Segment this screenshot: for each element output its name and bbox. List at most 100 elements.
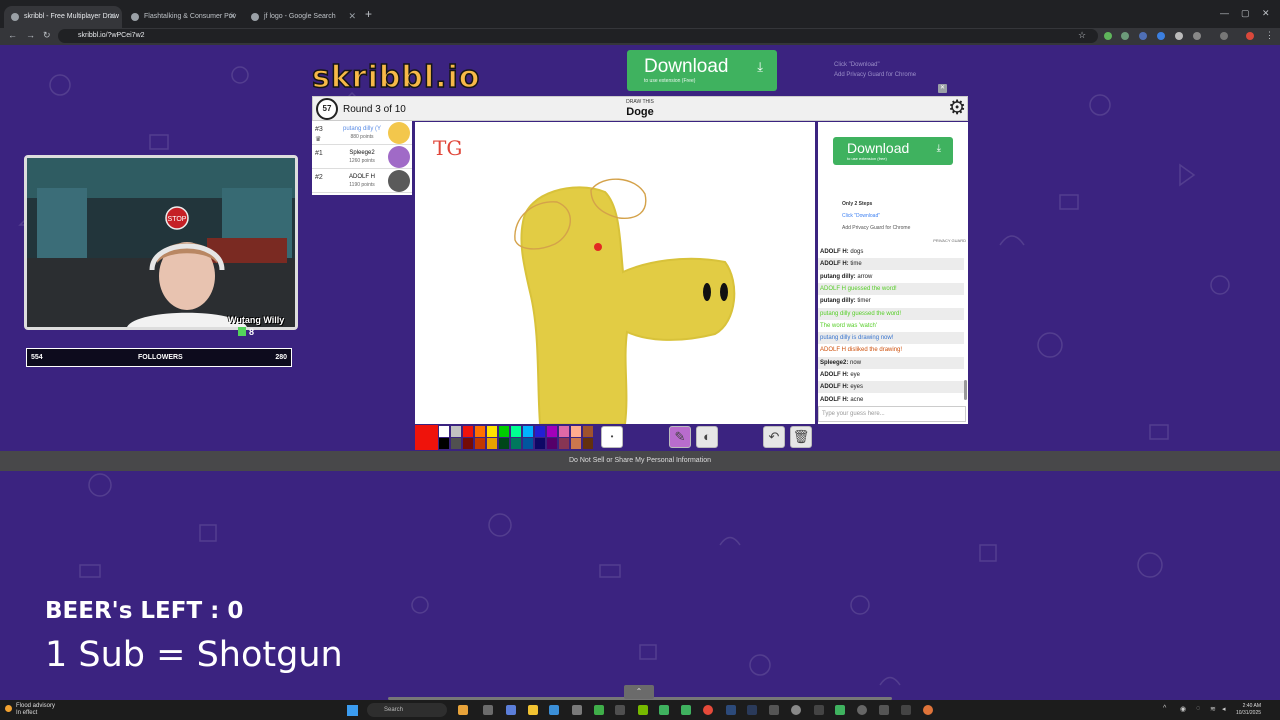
taskbar-app-icon[interactable] xyxy=(506,705,516,715)
color-swatch[interactable] xyxy=(583,426,593,437)
color-swatch[interactable] xyxy=(535,438,545,449)
taskbar-search[interactable]: Search xyxy=(367,703,447,717)
color-swatch[interactable] xyxy=(571,426,581,437)
taskbar-app-icon[interactable] xyxy=(879,705,889,715)
chat-scrollbar[interactable] xyxy=(964,380,967,400)
settings-gear-icon[interactable]: ⚙ xyxy=(948,97,966,119)
menu-dots-icon[interactable]: ⋮ xyxy=(1265,30,1274,41)
color-swatch[interactable] xyxy=(523,438,533,449)
color-swatch[interactable] xyxy=(475,426,485,437)
tray-chevron-icon[interactable]: ^ xyxy=(1163,705,1166,712)
tray-app-icon[interactable]: ◌ xyxy=(1196,705,1200,712)
tab-google[interactable]: jf logo - Google Search ✕ xyxy=(244,6,362,28)
player-row[interactable]: #3 ♛ putang dilly (Y 880 points xyxy=(312,121,412,145)
wifi-icon[interactable]: ≋ xyxy=(1210,705,1216,713)
color-swatch[interactable] xyxy=(487,426,497,437)
color-swatch[interactable] xyxy=(559,438,569,449)
do-not-sell-link[interactable]: Do Not Sell or Share My Personal Informa… xyxy=(0,451,1280,471)
start-windows-icon[interactable] xyxy=(347,705,358,716)
close-tab-icon[interactable]: ✕ xyxy=(108,11,116,22)
taskbar-app-icon[interactable] xyxy=(923,705,933,715)
profile-avatar[interactable] xyxy=(1246,32,1254,40)
color-swatch[interactable] xyxy=(547,426,557,437)
color-swatch[interactable] xyxy=(451,426,461,437)
taskbar-app-icon[interactable] xyxy=(659,705,669,715)
new-tab-icon[interactable]: + xyxy=(365,7,372,21)
taskbar-app-icon[interactable] xyxy=(572,705,582,715)
color-swatch[interactable] xyxy=(451,438,461,449)
taskbar-app-icon[interactable] xyxy=(681,705,691,715)
extension-icon[interactable] xyxy=(1121,32,1129,40)
chrome-icon[interactable] xyxy=(703,705,713,715)
back-icon[interactable]: ← xyxy=(8,30,17,40)
taskbar-app-icon[interactable] xyxy=(835,705,845,715)
side-download-button[interactable]: Download to use extension (free) ⤓ xyxy=(833,137,953,165)
extension-icon[interactable] xyxy=(1104,32,1112,40)
taskbar-app-icon[interactable] xyxy=(594,705,604,715)
color-swatch[interactable] xyxy=(487,438,497,449)
color-swatch[interactable] xyxy=(499,426,509,437)
maximize-icon[interactable]: ▢ xyxy=(1241,8,1250,19)
fill-bucket-icon[interactable]: ◐ xyxy=(696,426,718,448)
color-swatch[interactable] xyxy=(571,438,581,449)
color-swatch[interactable] xyxy=(439,438,449,449)
weather-widget[interactable]: Flood advisory In effect xyxy=(5,703,55,717)
taskbar-app-icon[interactable] xyxy=(549,705,559,715)
taskbar-app-icon[interactable] xyxy=(638,705,648,715)
color-swatch[interactable] xyxy=(511,438,521,449)
taskbar-app-icon[interactable] xyxy=(901,705,911,715)
chevron-up-icon[interactable]: ⌃ xyxy=(624,685,654,699)
volume-icon[interactable]: ◂ xyxy=(1222,705,1226,713)
current-color[interactable] xyxy=(415,425,438,450)
taskbar-app-icon[interactable] xyxy=(857,705,867,715)
brush-size-button[interactable]: • xyxy=(601,426,623,448)
tray-app-icon[interactable]: ◉ xyxy=(1180,705,1186,713)
trash-icon[interactable]: 🗑 xyxy=(790,426,812,448)
taskbar-app-icon[interactable] xyxy=(458,705,468,715)
undo-icon[interactable]: ↶ xyxy=(763,426,785,448)
steam-icon[interactable] xyxy=(747,705,757,715)
pencil-icon[interactable]: ✎ xyxy=(669,426,691,448)
download-icon: ⤓ xyxy=(757,59,763,74)
tab-skribbl[interactable]: skribbl - Free Multiplayer Draw ✕ xyxy=(4,6,122,28)
close-window-icon[interactable]: ✕ xyxy=(1262,8,1270,19)
reload-icon[interactable]: ↻ xyxy=(43,30,51,41)
color-swatch[interactable] xyxy=(583,438,593,449)
extension-icon[interactable] xyxy=(1139,32,1147,40)
side-panel-icon[interactable] xyxy=(1220,32,1228,40)
taskbar-app-icon[interactable] xyxy=(726,705,736,715)
color-swatch[interactable] xyxy=(475,438,485,449)
guess-input[interactable]: Type your guess here... xyxy=(818,406,966,422)
forward-icon[interactable]: → xyxy=(26,30,35,40)
color-swatch[interactable] xyxy=(463,438,473,449)
color-swatch[interactable] xyxy=(463,426,473,437)
taskbar-app-icon[interactable] xyxy=(769,705,779,715)
taskbar-app-icon[interactable] xyxy=(814,705,824,715)
color-swatch[interactable] xyxy=(439,426,449,437)
color-swatch[interactable] xyxy=(523,426,533,437)
bookmark-star-icon[interactable]: ☆ xyxy=(1078,30,1086,41)
color-swatch[interactable] xyxy=(499,438,509,449)
close-tab-icon[interactable]: ✕ xyxy=(228,11,236,22)
player-row[interactable]: #2 ADOLF H 1190 points xyxy=(312,169,412,193)
ad-close-icon[interactable]: ✕ xyxy=(938,84,947,93)
taskbar-clock[interactable]: 2:40 AM 10/31/2025 xyxy=(1236,703,1261,717)
color-swatch[interactable] xyxy=(511,426,521,437)
file-explorer-icon[interactable] xyxy=(528,705,538,715)
taskbar-app-icon[interactable] xyxy=(615,705,625,715)
color-swatch[interactable] xyxy=(559,426,569,437)
drawing-canvas[interactable]: TG xyxy=(415,122,815,424)
task-view-icon[interactable] xyxy=(483,705,493,715)
extension-icon[interactable] xyxy=(1175,32,1183,40)
taskbar-app-icon[interactable] xyxy=(791,705,801,715)
extension-icon[interactable] xyxy=(1157,32,1165,40)
tab-flashtalking[interactable]: Flashtalking & Consumer Priv ✕ xyxy=(124,6,242,28)
color-swatch[interactable] xyxy=(535,426,545,437)
color-swatch[interactable] xyxy=(547,438,557,449)
close-tab-icon[interactable]: ✕ xyxy=(348,11,356,22)
url-input[interactable]: skribbl.io/?wPCei7w2 xyxy=(58,29,1098,43)
minimize-icon[interactable]: — xyxy=(1220,8,1229,18)
download-ad-button[interactable]: Download to use extension (Free) ⤓ xyxy=(627,50,777,91)
extensions-puzzle-icon[interactable] xyxy=(1193,32,1201,40)
player-row[interactable]: #1 Spleege2 1260 points xyxy=(312,145,412,169)
